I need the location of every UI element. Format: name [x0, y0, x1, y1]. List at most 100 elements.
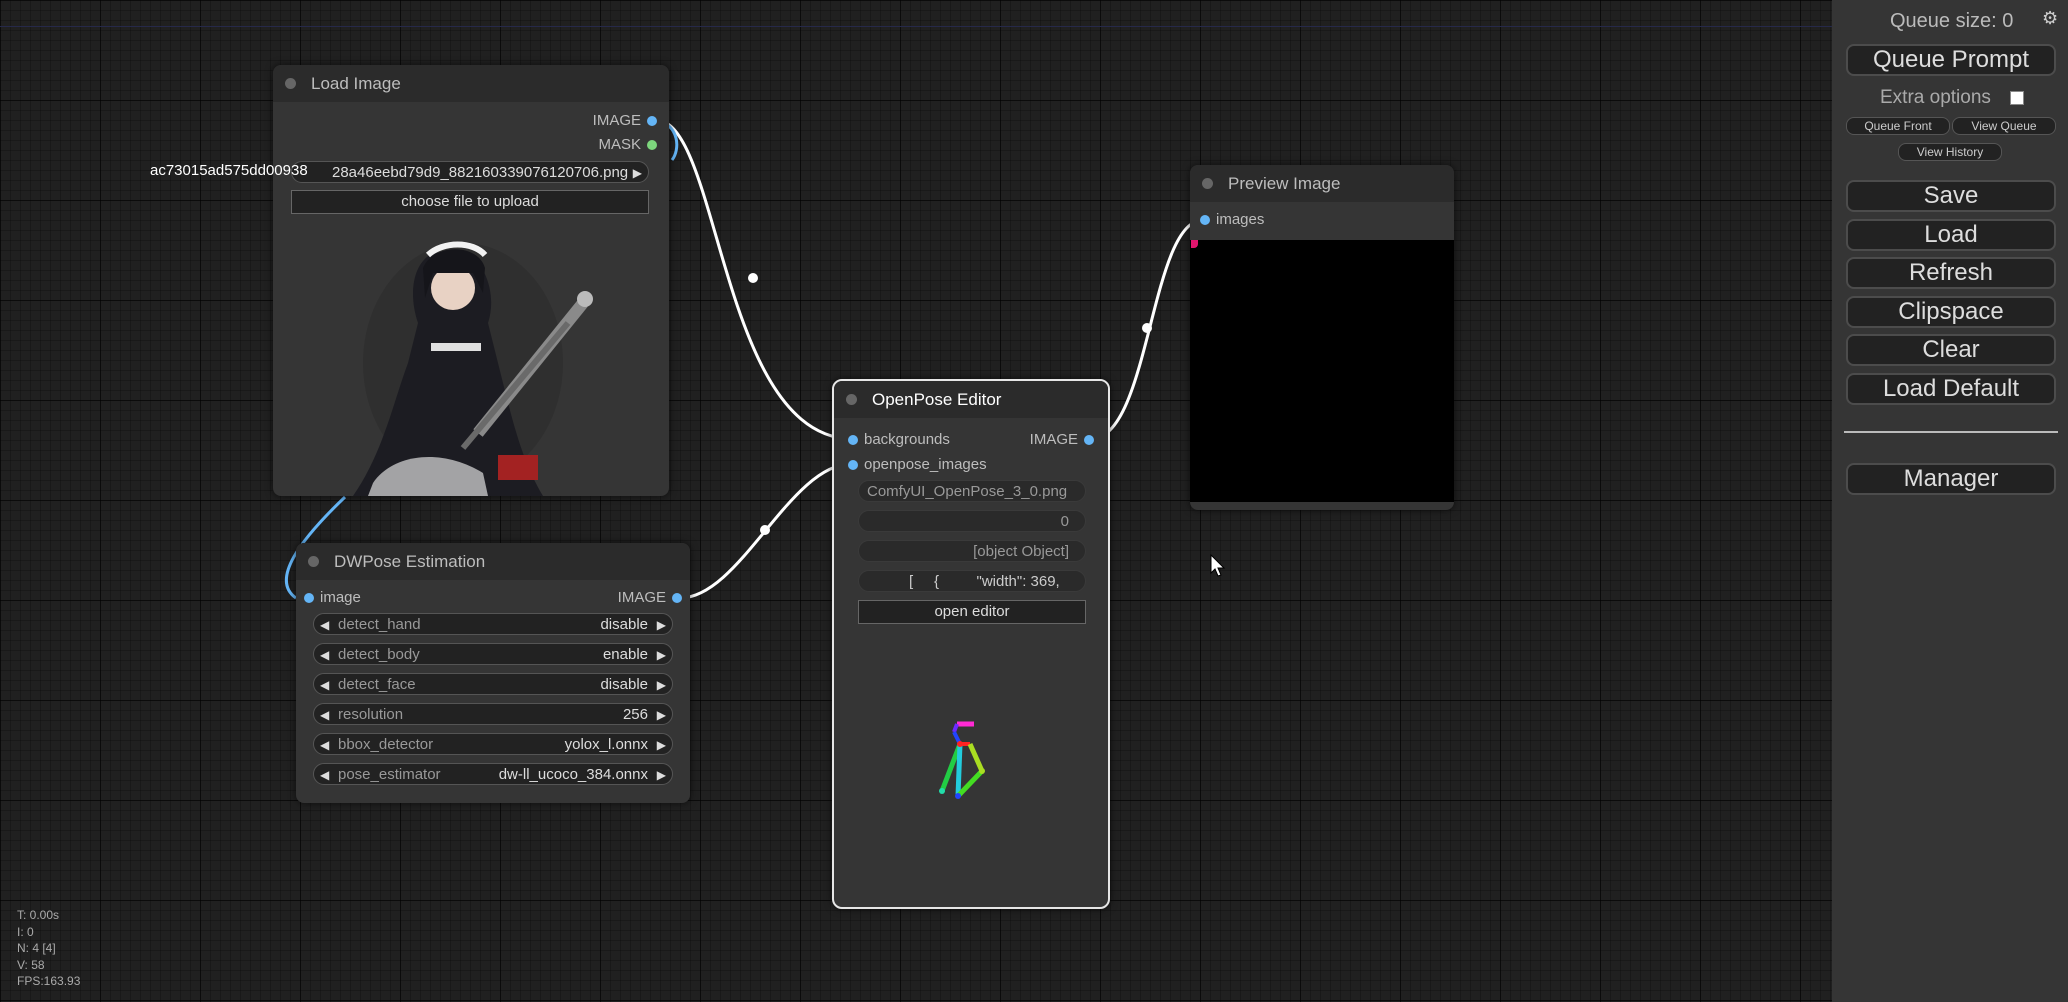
mouse-cursor-icon [1210, 554, 1226, 577]
next-arrow-icon[interactable]: ▶ [657, 764, 666, 786]
choose-file-button[interactable]: choose file to upload [291, 190, 649, 214]
clear-button[interactable]: Clear [1846, 334, 2056, 366]
collapse-dot-icon[interactable] [285, 78, 296, 89]
output-slot-image[interactable]: IMAGE [592, 111, 657, 131]
next-arrow-icon[interactable]: ▶ [657, 644, 666, 666]
node-title-bar[interactable]: OpenPose Editor [834, 381, 1108, 418]
stat-fps: FPS:163.93 [17, 974, 81, 988]
output-slot-image[interactable]: IMAGE [1029, 430, 1094, 450]
widget-pose-estimator[interactable]: ◀ pose_estimator dw-ll_ucoco_384.onnx ▶ [313, 763, 673, 785]
text-field-image[interactable]: ComfyUI_OpenPose_3_0.png [858, 480, 1086, 502]
next-arrow-icon[interactable]: ▶ [633, 162, 642, 184]
save-button[interactable]: Save [1846, 180, 2056, 212]
input-pin-icon[interactable] [848, 460, 858, 470]
output-pin-icon[interactable] [647, 140, 657, 150]
load-default-button[interactable]: Load Default [1846, 373, 2056, 405]
manager-button[interactable]: Manager [1846, 463, 2056, 495]
node-title-bar[interactable]: Load Image [273, 65, 669, 102]
menu-divider [1844, 431, 2058, 433]
output-label: MASK [598, 136, 641, 153]
widget-label: detect_hand [338, 616, 421, 633]
text-field-number[interactable]: 0 [858, 510, 1086, 532]
prev-arrow-icon[interactable]: ◀ [320, 614, 329, 636]
input-slot-images[interactable]: images [1200, 210, 1264, 230]
output-pin-icon[interactable] [672, 593, 682, 603]
image-filename-combo[interactable]: 28a46eebd79d9_882160339076120706.png ▶ [291, 161, 649, 183]
stat-time: T: 0.00s [17, 908, 60, 922]
input-slot-image[interactable]: image [304, 588, 361, 608]
extra-options-label: Extra options [1880, 87, 1991, 108]
link-dwpose-to-openpose [679, 462, 852, 600]
comfy-menu: Queue size: 0 ⚙ Queue Prompt Extra optio… [1832, 0, 2068, 1002]
output-label: IMAGE [592, 112, 641, 129]
widget-detect-hand[interactable]: ◀ detect_hand disable ▶ [313, 613, 673, 635]
view-history-button[interactable]: View History [1898, 143, 2002, 161]
stat-v: V: 58 [17, 957, 45, 972]
extra-options-checkbox[interactable] [2010, 91, 2024, 105]
output-pin-icon[interactable] [647, 116, 657, 126]
link-image-to-backgrounds [655, 118, 852, 441]
load-button[interactable]: Load [1846, 219, 2056, 251]
next-arrow-icon[interactable]: ▶ [657, 704, 666, 726]
node-title: Preview Image [1228, 174, 1341, 193]
refresh-button[interactable]: Refresh [1846, 257, 2056, 289]
next-arrow-icon[interactable]: ▶ [657, 734, 666, 756]
filename-value: 28a46eebd79d9_882160339076120706.png [332, 164, 629, 181]
node-title-bar[interactable]: Preview Image [1190, 165, 1454, 202]
prev-arrow-icon[interactable]: ◀ [320, 644, 329, 666]
output-slot-mask[interactable]: MASK [598, 135, 657, 155]
canvas-stats: T: 0.00s I: 0 N: 4 [4] V: 58 FPS:163.93 [17, 907, 80, 990]
preview-image-area [1190, 240, 1454, 502]
text-field-object[interactable]: [object Object] [858, 540, 1086, 562]
queue-prompt-button[interactable]: Queue Prompt [1846, 44, 2056, 76]
link-midpoint [1142, 323, 1152, 333]
node-title: OpenPose Editor [872, 390, 1002, 409]
field-value: [ { "width": 369, [909, 573, 1060, 590]
prev-arrow-icon[interactable]: ◀ [320, 764, 329, 786]
input-slot-backgrounds[interactable]: backgrounds [848, 430, 950, 450]
canvas-top-line [0, 26, 1832, 27]
collapse-dot-icon[interactable] [1202, 178, 1213, 189]
prev-arrow-icon[interactable]: ◀ [320, 674, 329, 696]
input-pin-icon[interactable] [1200, 215, 1210, 225]
queue-size-label: Queue size: 0 [1890, 10, 2014, 32]
node-graph-canvas[interactable]: Load Image IMAGE MASK 28a46eebd79d9_8821… [0, 0, 1832, 1002]
clipspace-button[interactable]: Clipspace [1846, 296, 2056, 328]
stat-nodes: N: 4 [4] [17, 941, 56, 955]
widget-detect-body[interactable]: ◀ detect_body enable ▶ [313, 643, 673, 665]
widget-bbox-detector[interactable]: ◀ bbox_detector yolox_l.onnx ▶ [313, 733, 673, 755]
widget-detect-face[interactable]: ◀ detect_face disable ▶ [313, 673, 673, 695]
input-label: image [320, 589, 361, 606]
queue-front-button[interactable]: Queue Front [1846, 117, 1950, 135]
next-arrow-icon[interactable]: ▶ [657, 674, 666, 696]
pose-preview [939, 721, 985, 799]
open-editor-button[interactable]: open editor [858, 600, 1086, 624]
node-title: DWPose Estimation [334, 552, 486, 571]
node-title-bar[interactable]: DWPose Estimation [296, 543, 690, 580]
filename-overlay-text: ac73015ad575dd00938 [150, 162, 308, 179]
text-field-json[interactable]: [ { "width": 369, [858, 570, 1086, 592]
widget-value: disable [600, 676, 648, 693]
preview-image-node[interactable]: Preview Image images [1190, 165, 1454, 510]
settings-gear-icon[interactable]: ⚙ [2042, 8, 2058, 29]
output-slot-image[interactable]: IMAGE [618, 588, 682, 608]
widget-resolution[interactable]: ◀ resolution 256 ▶ [313, 703, 673, 725]
widget-label: bbox_detector [338, 736, 434, 753]
collapse-dot-icon[interactable] [846, 394, 857, 405]
widget-value: dw-ll_ucoco_384.onnx [498, 766, 648, 783]
openpose-editor-node[interactable]: OpenPose Editor backgrounds openpose_ima… [832, 379, 1110, 909]
input-slot-openpose-images[interactable]: openpose_images [848, 455, 987, 475]
next-arrow-icon[interactable]: ▶ [657, 614, 666, 636]
view-queue-button[interactable]: View Queue [1952, 117, 2056, 135]
prev-arrow-icon[interactable]: ◀ [320, 704, 329, 726]
input-pin-icon[interactable] [848, 435, 858, 445]
prev-arrow-icon[interactable]: ◀ [320, 734, 329, 756]
dwpose-estimation-node[interactable]: DWPose Estimation image IMAGE ◀ detect_h… [296, 543, 690, 803]
collapse-dot-icon[interactable] [308, 556, 319, 567]
input-pin-icon[interactable] [304, 593, 314, 603]
load-image-node[interactable]: Load Image IMAGE MASK 28a46eebd79d9_8821… [273, 65, 669, 496]
output-pin-icon[interactable] [1084, 435, 1094, 445]
link-midpoint [748, 273, 758, 283]
output-label: IMAGE [1029, 431, 1078, 448]
widget-label: resolution [338, 706, 404, 723]
